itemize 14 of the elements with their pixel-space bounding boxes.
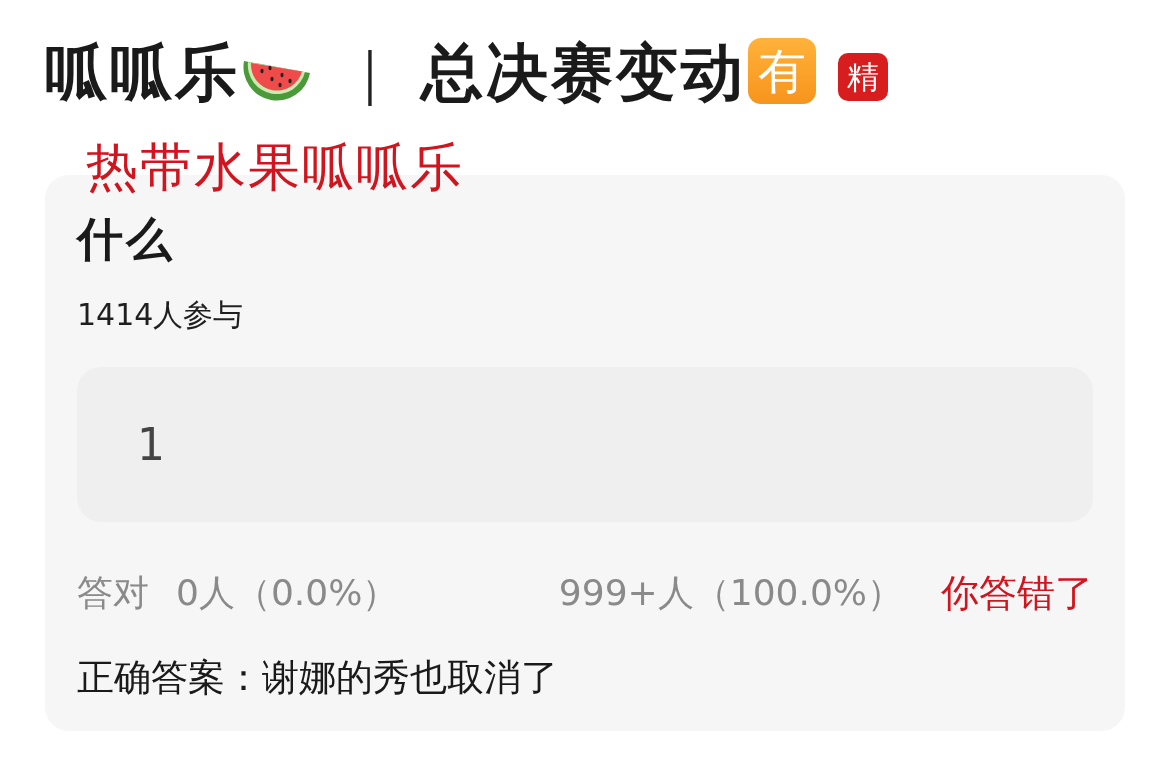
emoji-badge: 有 bbox=[748, 38, 816, 104]
featured-tag: 精 bbox=[838, 53, 888, 101]
correct-label: 答对 bbox=[77, 571, 149, 616]
post-subtitle: 总决赛变动 bbox=[421, 35, 746, 111]
wrong-count: 999+人（100.0%） bbox=[558, 571, 903, 616]
participant-count: 1414人参与 bbox=[77, 296, 245, 335]
title-separator: ｜ bbox=[342, 39, 397, 107]
annotation-text: 热带水果呱呱乐 bbox=[86, 136, 464, 199]
answer-text: 1 bbox=[137, 419, 165, 471]
result-text: 你答错了 bbox=[941, 570, 1093, 618]
post-title: 呱呱乐 bbox=[45, 35, 240, 111]
correct-answer: 正确答案：谢娜的秀也取消了 bbox=[77, 654, 559, 701]
correct-count: 0人（0.0%） bbox=[176, 571, 399, 616]
quiz-question: 什么 bbox=[77, 212, 176, 268]
